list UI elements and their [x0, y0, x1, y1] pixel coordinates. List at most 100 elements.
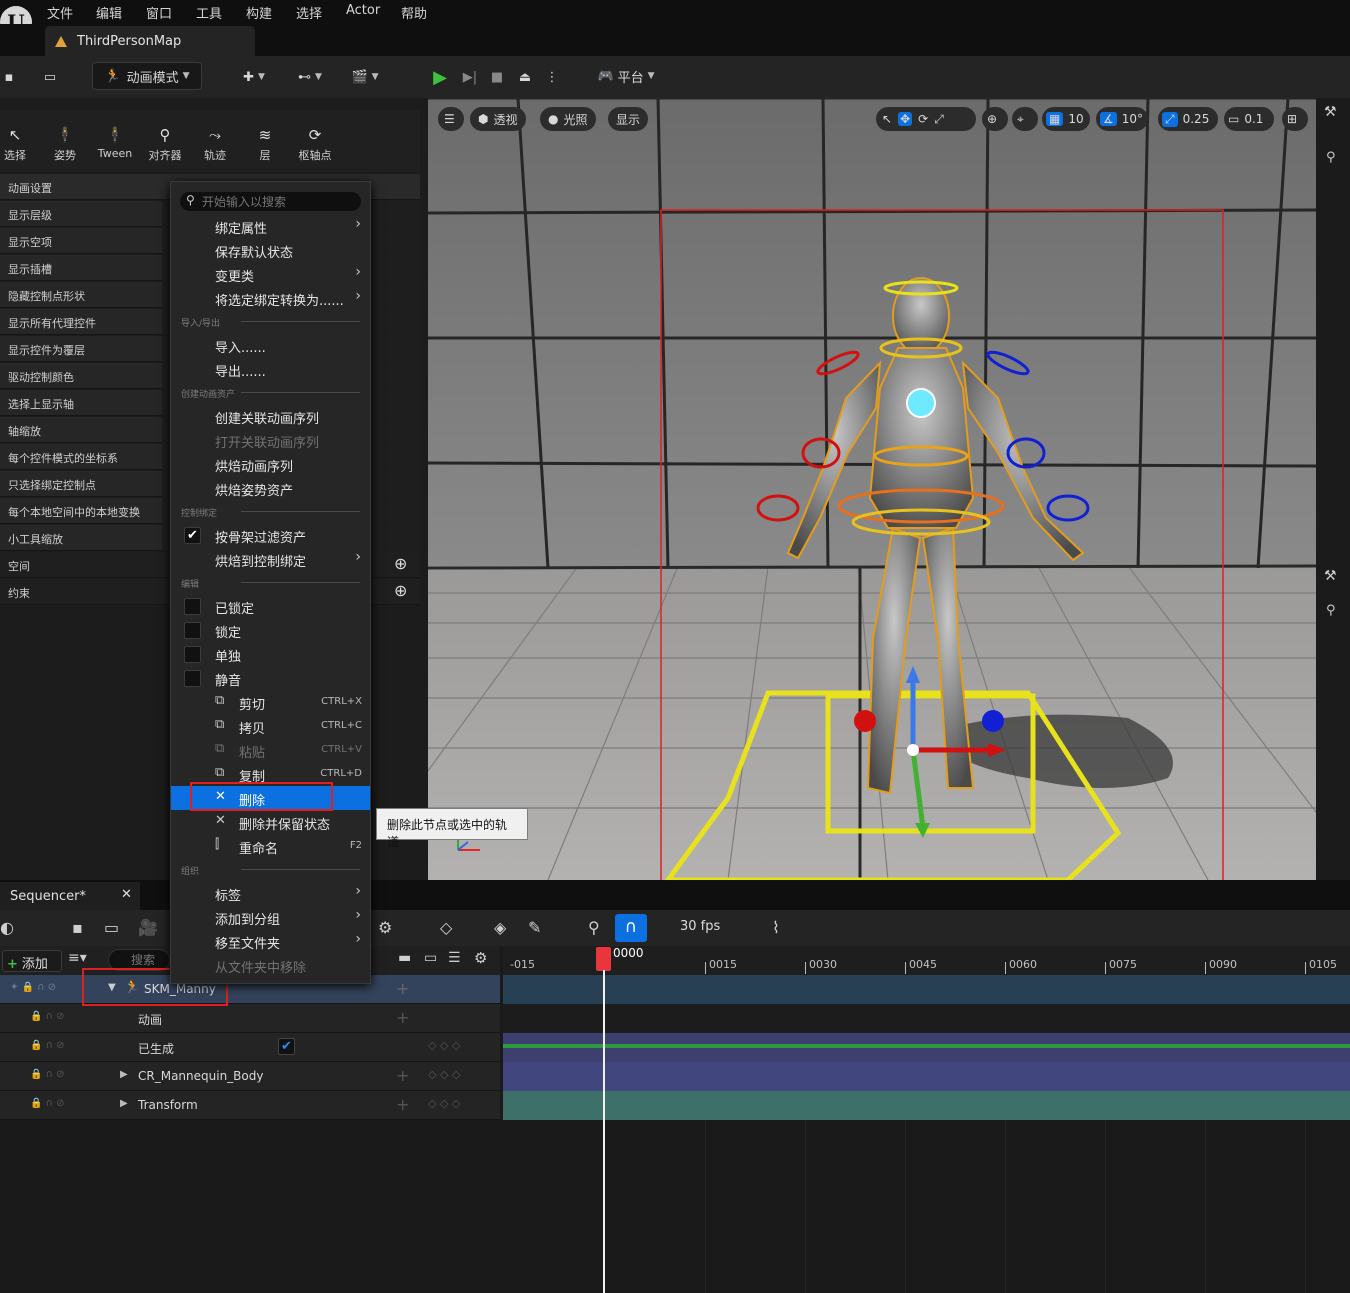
world-space-icon[interactable]: ⊕: [982, 107, 1008, 131]
menu-item-lock[interactable]: 锁定: [171, 618, 370, 642]
menu-item-tags[interactable]: 标签 ›: [171, 881, 370, 905]
menu-item-save-default[interactable]: 保存默认状态: [171, 238, 370, 262]
menu-item-bake-pose[interactable]: 烘焙姿势资产: [171, 476, 370, 500]
stop-icon[interactable]: ■: [484, 63, 510, 91]
select-mode-icon[interactable]: ↖: [882, 112, 892, 126]
track-row-control-rig[interactable]: 🔒 ∩ ⊘ ▶ CR_Mannequin_Body + ◇ ◇ ◇: [0, 1062, 500, 1091]
chevron-right-icon[interactable]: ▶: [120, 1098, 128, 1109]
key-nav-icons[interactable]: ◇ ◇ ◇: [428, 1097, 460, 1110]
chevron-right-icon[interactable]: ▶: [120, 1069, 128, 1080]
tool-aligner[interactable]: ⚲ 对齐器: [145, 126, 185, 163]
pen-icon[interactable]: ✎: [528, 918, 541, 937]
viewport-layout-icon[interactable]: ⊞: [1282, 107, 1308, 131]
add-subtrack-icon[interactable]: +: [396, 1066, 409, 1085]
sequencer-tab[interactable]: Sequencer* ✕: [0, 882, 140, 910]
menu-item-mute[interactable]: 静音: [171, 666, 370, 690]
add-space-icon[interactable]: ⊕: [394, 554, 407, 573]
track-row-animation[interactable]: 🔒 ∩ ⊘ 动画 +: [0, 1004, 500, 1033]
menu-item-delete-keep-state[interactable]: ✕ 删除并保留状态: [171, 810, 370, 834]
marker-icon[interactable]: ⚲: [588, 918, 600, 937]
blueprint-icon[interactable]: ⊷ ▼: [290, 63, 330, 91]
checkbox[interactable]: [184, 646, 201, 663]
tools-icon[interactable]: ⚒: [1324, 568, 1337, 584]
checkbox-checked[interactable]: ✔: [184, 527, 201, 544]
lighting-button[interactable]: ● 光照: [540, 107, 596, 131]
mode-dropdown[interactable]: 🏃 动画模式 ▼: [92, 62, 202, 90]
tool-select[interactable]: ↖ 选择: [0, 126, 35, 163]
key-icon[interactable]: ◇: [440, 918, 452, 937]
checkbox[interactable]: [184, 622, 201, 639]
add-actor-icon[interactable]: ✚ ▼: [234, 63, 274, 91]
collapse-icon[interactable]: ▬: [398, 950, 411, 966]
key-nav-icons[interactable]: ◇ ◇ ◇: [428, 1039, 460, 1052]
menu-item-bake-control-rig[interactable]: 烘焙到控制绑定 ›: [171, 547, 370, 571]
menu-file[interactable]: 文件: [47, 3, 73, 22]
tools-icon[interactable]: ⚒: [1324, 104, 1337, 120]
level-viewport[interactable]: [428, 98, 1316, 880]
menu-window[interactable]: 窗口: [146, 3, 172, 22]
checkbox[interactable]: [184, 598, 201, 615]
play-icon[interactable]: ▶: [426, 63, 454, 91]
camera-speed-button[interactable]: ▭ 0.1: [1224, 107, 1274, 131]
menu-item-bake-anim-seq[interactable]: 烘焙动画序列: [171, 452, 370, 476]
track-row-spawned[interactable]: 🔒 ∩ ⊘ 已生成 ✔ ◇ ◇ ◇: [0, 1033, 500, 1062]
track-lane[interactable]: [503, 1004, 1350, 1033]
eject-icon[interactable]: ⏏: [510, 63, 540, 91]
world-icon[interactable]: ◐: [0, 918, 14, 937]
content-browser-icon[interactable]: ▭: [36, 63, 64, 91]
fps-dropdown[interactable]: 30 fps: [680, 919, 720, 934]
track-lane[interactable]: [503, 975, 1350, 1004]
menu-item-import[interactable]: 导入......: [171, 333, 370, 357]
search-icon[interactable]: ⚲: [1326, 603, 1336, 618]
snap-magnet-icon[interactable]: ∩: [615, 914, 647, 942]
save-icon[interactable]: ▪: [0, 63, 18, 91]
menu-item-bind-property[interactable]: 绑定属性 ›: [171, 214, 370, 238]
track-toggle-icons[interactable]: 🔒 ∩ ⊘: [30, 1040, 65, 1051]
perspective-button[interactable]: ⬢ 透视: [470, 107, 526, 131]
map-tab[interactable]: ThirdPersonMap: [45, 26, 255, 56]
tool-tween[interactable]: 🕴 Tween: [95, 126, 135, 160]
tool-trail[interactable]: ⤳ 轨迹: [195, 126, 235, 163]
auto-key-icon[interactable]: ◈: [494, 918, 506, 937]
search-icon[interactable]: ⚲: [1326, 150, 1336, 165]
key-nav-icons[interactable]: ◇ ◇ ◇: [428, 1068, 460, 1081]
platform-dropdown[interactable]: 🎮 平台 ▼: [588, 62, 664, 90]
step-icon[interactable]: ▶|: [456, 63, 484, 91]
menu-item-locked[interactable]: 已锁定: [171, 594, 370, 618]
track-lane[interactable]: [503, 1091, 1350, 1120]
tool-pivot[interactable]: ⟳ 枢轴点: [295, 126, 335, 163]
settings-icon[interactable]: ⚙: [378, 918, 392, 937]
menu-item-add-to-group[interactable]: 添加到分组 ›: [171, 905, 370, 929]
menu-item-solo[interactable]: 单独: [171, 642, 370, 666]
menu-select[interactable]: 选择: [296, 3, 322, 22]
menu-actor[interactable]: Actor: [346, 3, 380, 18]
more-options-icon[interactable]: ⋮: [543, 63, 561, 91]
menu-item-create-linked-seq[interactable]: 创建关联动画序列: [171, 404, 370, 428]
menu-item-rename[interactable]: ⫿ 重命名 F2: [171, 834, 370, 858]
filter-icon[interactable]: ≡▾: [68, 950, 87, 966]
track-row-transform[interactable]: 🔒 ∩ ⊘ ▶ Transform + ◇ ◇ ◇: [0, 1091, 500, 1120]
menu-tools[interactable]: 工具: [196, 3, 222, 22]
tool-layer[interactable]: ≋ 层: [245, 126, 285, 163]
track-lane[interactable]: [503, 1062, 1350, 1091]
render-icon[interactable]: 🎥: [138, 918, 158, 937]
track-lane[interactable]: [503, 1033, 1350, 1062]
menu-item-filter-skeleton[interactable]: ✔ 按骨架过滤资产: [171, 523, 370, 547]
scale-snap-button[interactable]: ⤢ 0.25: [1158, 107, 1218, 131]
tool-pose[interactable]: 🕴 姿势: [45, 126, 85, 163]
scale-icon[interactable]: ⤢: [934, 112, 944, 127]
spawned-checkbox[interactable]: ✔: [278, 1038, 295, 1055]
surface-snap-icon[interactable]: ⌖: [1012, 107, 1038, 131]
add-constraint-icon[interactable]: ⊕: [394, 581, 407, 600]
add-subtrack-icon[interactable]: +: [396, 979, 409, 998]
outliner-settings-icon[interactable]: ⚙: [474, 949, 487, 967]
menu-item-cut[interactable]: ⧉ 剪切 CTRL+X: [171, 690, 370, 714]
viewport-menu-icon[interactable]: ☰: [438, 107, 464, 131]
browse-icon[interactable]: ▭: [104, 918, 119, 937]
track-toggle-icons[interactable]: 🔒 ∩ ⊘: [30, 1011, 65, 1022]
track-toggle-icons[interactable]: 🔒 ∩ ⊘: [30, 1069, 65, 1080]
rotate-icon[interactable]: ⟳: [918, 112, 928, 126]
menu-search-input[interactable]: [202, 192, 352, 211]
menu-item-change-class[interactable]: 变更类 ›: [171, 262, 370, 286]
menu-build[interactable]: 构建: [246, 3, 272, 22]
